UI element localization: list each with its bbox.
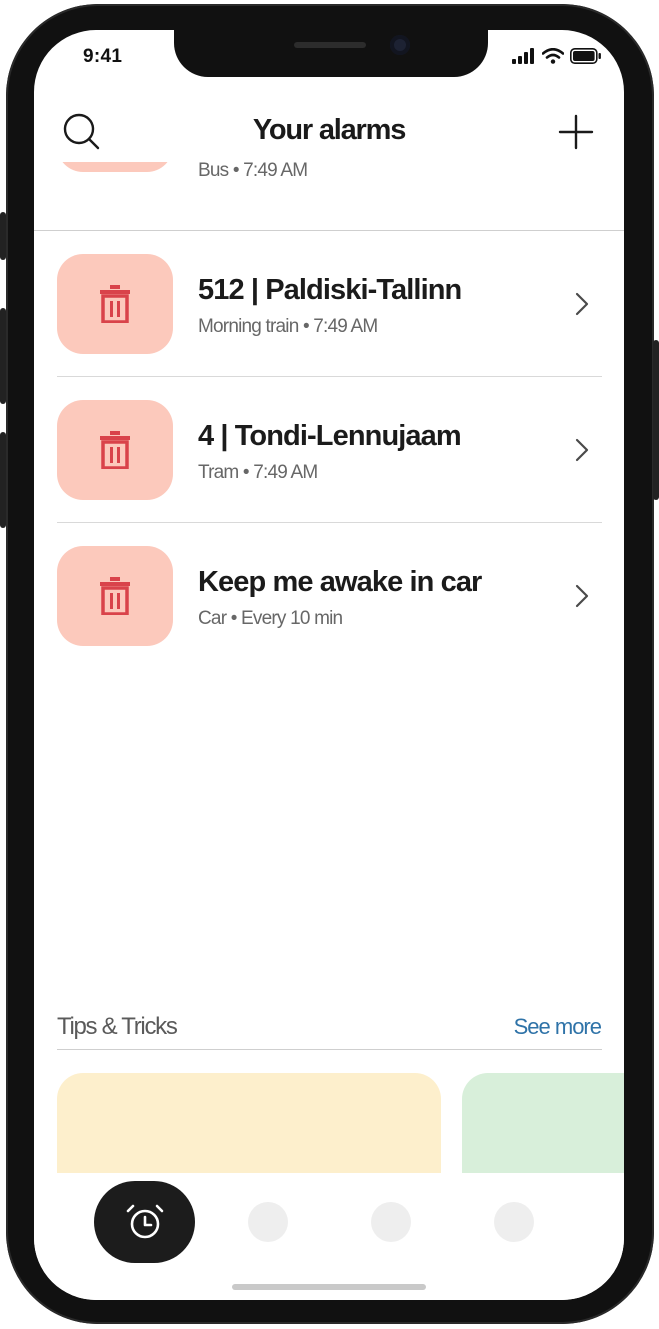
tab-bar [34,1173,624,1300]
status-icons [512,48,602,64]
alarm-subtitle: Car • Every 10 min [198,608,343,629]
alarm-subtitle: Tram • 7:49 AM [198,462,318,483]
alarm-title: 4 | Tondi-Lennujaam [198,420,462,452]
row-divider [57,376,602,377]
side-button-silent [0,212,6,260]
alarm-row[interactable]: Bus • 7:49 AM [34,162,624,218]
signal-icon [512,48,534,64]
delete-alarm-button[interactable] [57,162,173,172]
chevron-right-icon [572,582,592,610]
add-alarm-button[interactable] [556,112,596,152]
row-divider [34,230,624,231]
screen: 9:41 Your alarms Bus • 7:49 AM 512 | Pal… [34,30,624,1300]
page-title: Your alarms [252,114,406,146]
tab-alarms[interactable] [94,1181,195,1263]
tips-divider [57,1049,602,1050]
tip-card[interactable] [57,1073,441,1173]
trash-icon [100,577,130,615]
side-button-power [653,340,659,500]
tips-section-title: Tips & Tricks [57,1013,178,1040]
side-button-volume-down [0,432,6,528]
trash-icon [100,431,130,469]
alarm-subtitle: Bus • 7:49 AM [198,162,308,181]
see-more-link[interactable]: See more [514,1014,602,1040]
plus-icon [558,114,594,150]
alarm-title: 512 | Paldiski-Tallinn [198,274,462,306]
alarm-list: Bus • 7:49 AM 512 | Paldiski-Tallinn Mor… [34,162,624,682]
delete-alarm-button[interactable] [57,400,173,500]
delete-alarm-button[interactable] [57,254,173,354]
battery-icon [570,48,601,64]
notch [174,30,488,77]
tip-card[interactable] [462,1073,624,1173]
row-divider [57,522,602,523]
chevron-right-icon [572,290,592,318]
alarm-row[interactable]: 4 | Tondi-Lennujaam Tram • 7:49 AM [34,400,624,546]
wifi-icon [542,48,564,64]
chevron-right-icon [572,436,592,464]
tab-placeholder[interactable] [371,1202,411,1242]
tab-placeholder[interactable] [248,1202,288,1242]
alarm-clock-icon [126,1204,163,1239]
home-indicator [232,1284,426,1290]
alarm-subtitle: Morning train • 7:49 AM [198,316,378,337]
status-time: 9:41 [83,46,123,67]
trash-icon [100,285,130,323]
alarm-title: Keep me awake in car [198,566,482,598]
side-button-volume-up [0,308,6,404]
alarm-row[interactable]: 512 | Paldiski-Tallinn Morning train • 7… [34,254,624,400]
alarm-row[interactable]: Keep me awake in car Car • Every 10 min [34,546,624,682]
camera-icon [390,35,410,55]
delete-alarm-button[interactable] [57,546,173,646]
speaker-grille [294,42,366,48]
app-header: Your alarms [34,108,624,158]
tab-placeholder[interactable] [494,1202,534,1242]
